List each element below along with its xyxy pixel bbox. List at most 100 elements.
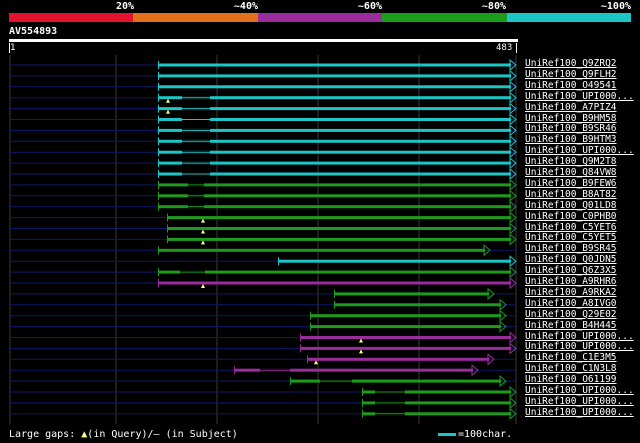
hit-start-tick [158, 246, 159, 255]
hit-start-tick [158, 180, 159, 189]
hit-start-tick [310, 322, 311, 331]
hit-bar[interactable] [158, 248, 485, 252]
hit-label[interactable]: UniRef100_C5YET5 [525, 233, 617, 243]
hit-bar[interactable] [167, 216, 511, 220]
hit-bar[interactable] [167, 227, 511, 230]
hit-start-tick [158, 115, 159, 124]
hit-label[interactable]: UniRef100_C5YET6 [525, 222, 617, 233]
hit-bar[interactable] [158, 63, 511, 67]
hit-bar[interactable] [307, 357, 489, 361]
hit-bar[interactable] [300, 346, 511, 350]
hit-start-tick [167, 224, 168, 233]
hit-label[interactable]: UniRef100_UPI000... [525, 386, 634, 396]
hit-bar[interactable] [158, 161, 511, 165]
hit-bar[interactable] [158, 270, 511, 274]
query-gap-marker-icon [201, 218, 205, 223]
hit-start-tick [158, 137, 159, 146]
hit-label[interactable]: UniRef100_UPI000... [525, 342, 634, 352]
hit-bar[interactable] [158, 139, 511, 143]
hit-bar[interactable] [158, 128, 511, 132]
hit-label[interactable]: UniRef100_UPI000... [525, 407, 634, 418]
hit-label[interactable]: UniRef100_UPI000... [525, 91, 634, 102]
hit-start-tick [158, 93, 159, 102]
hit-bar[interactable] [158, 194, 511, 198]
hit-start-tick [234, 366, 235, 375]
subject-gap-text: (in Subject) [159, 429, 238, 440]
hit-start-tick [158, 159, 159, 168]
hit-start-tick [158, 170, 159, 178]
scale-swatch [438, 432, 456, 436]
hit-bar[interactable] [158, 281, 511, 285]
hit-bar[interactable] [158, 107, 511, 111]
gap-legend-prefix: Large gaps: [9, 429, 76, 440]
hit-label[interactable]: UniRef100_A9RKA2 [525, 287, 617, 298]
hit-label[interactable]: UniRef100_B4H445 [525, 320, 617, 331]
hit-label[interactable]: UniRef100_Q0JDN5 [525, 255, 617, 265]
hit-label[interactable]: UniRef100_A7PIZ4 [525, 102, 617, 113]
hit-bar[interactable] [158, 172, 511, 176]
hit-label[interactable]: UniRef100_B9SR45 [525, 244, 617, 254]
hit-start-tick [158, 61, 159, 69]
hit-label[interactable]: UniRef100_C0PHB0 [525, 211, 617, 222]
hit-label[interactable]: UniRef100_C1E3M5 [525, 353, 617, 363]
hit-bar[interactable] [334, 292, 489, 296]
hit-start-tick [278, 257, 279, 266]
hit-bar[interactable] [334, 303, 501, 307]
hit-bar[interactable] [158, 96, 511, 100]
hit-bar[interactable] [158, 74, 511, 78]
hit-label[interactable]: UniRef100_B9HTM3 [525, 135, 617, 145]
query-gap-marker-icon [314, 360, 318, 365]
hit-start-tick [167, 235, 168, 244]
hit-start-tick [290, 377, 291, 386]
hit-label[interactable]: UniRef100_B8AT82 [525, 189, 617, 200]
hit-label[interactable]: UniRef100_B9HM58 [525, 113, 617, 124]
hit-start-tick [362, 409, 363, 418]
hit-label[interactable]: UniRef100_B9SR46 [525, 124, 617, 134]
hit-bar[interactable] [310, 314, 501, 318]
hit-start-tick [362, 388, 363, 396]
hit-bar[interactable] [300, 336, 511, 339]
hit-label[interactable]: UniRef100_A8IVG0 [525, 298, 617, 309]
hit-label[interactable]: UniRef100_UPI000... [525, 396, 634, 407]
hit-start-tick [307, 355, 308, 364]
hit-bar[interactable] [158, 118, 511, 121]
hit-bar[interactable] [158, 150, 511, 154]
hit-start-tick [300, 344, 301, 353]
hit-label[interactable]: UniRef100_Q84VW8 [525, 168, 617, 178]
hit-label[interactable]: UniRef100_Q9M2T8 [525, 157, 617, 167]
hit-label[interactable]: UniRef100_UPI000... [525, 146, 634, 156]
hit-bar[interactable] [158, 183, 511, 187]
hit-bar[interactable] [158, 85, 511, 89]
hit-start-tick [158, 148, 159, 157]
hit-start-tick [158, 104, 159, 113]
hit-start-tick [310, 311, 311, 320]
hit-bar[interactable] [310, 325, 501, 329]
hit-start-tick [158, 279, 159, 287]
hit-bar[interactable] [167, 237, 511, 241]
query-gap-marker-icon [166, 98, 170, 103]
hit-label[interactable]: UniRef100_Q6Z3X5 [525, 266, 617, 276]
query-gap-marker-icon [201, 240, 205, 245]
hit-label[interactable]: UniRef100_O61199 [525, 375, 617, 385]
hit-label[interactable]: UniRef100_Q29E02 [525, 309, 617, 320]
hit-label[interactable]: UniRef100_Q9FLH2 [525, 69, 617, 80]
hit-start-tick [158, 126, 159, 135]
query-gap-marker-icon [201, 229, 205, 234]
hit-label[interactable]: UniRef100_C1N3L8 [525, 364, 617, 374]
scale-legend: =100char. [438, 429, 512, 440]
hit-bar[interactable] [158, 205, 511, 209]
hit-label[interactable]: UniRef100_A9RHR6 [525, 277, 617, 287]
hit-label[interactable]: UniRef100_Q01LD8 [525, 200, 617, 211]
hit-bar[interactable] [278, 259, 511, 263]
scale-text: =100char. [458, 429, 513, 440]
query-gap-marker-icon [359, 338, 363, 343]
hit-start-tick [334, 300, 335, 309]
hit-label[interactable]: UniRef100_O49541 [525, 80, 617, 91]
hit-label[interactable]: UniRef100_B9FEW6 [525, 178, 617, 189]
hit-start-tick [158, 71, 159, 80]
hit-start-tick [158, 82, 159, 91]
hit-label[interactable]: UniRef100_Q9ZRQ2 [525, 59, 617, 69]
hit-label[interactable]: UniRef100_UPI000... [525, 331, 634, 342]
query-gap-marker-icon [359, 349, 363, 354]
query-gap-marker-icon [166, 109, 170, 114]
